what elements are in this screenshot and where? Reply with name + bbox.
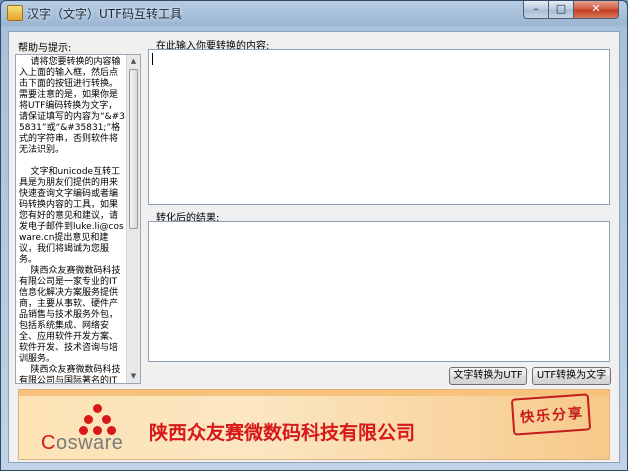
- app-icon: [7, 5, 23, 21]
- maximize-button[interactable]: □: [548, 1, 574, 19]
- convert-to-text-button[interactable]: UTF转换为文字: [532, 367, 611, 385]
- logo-wordmark: Cosware: [41, 432, 124, 454]
- text-caret: [152, 53, 153, 65]
- minimize-icon: –: [533, 2, 539, 15]
- scrollbar-thumb[interactable]: [129, 69, 138, 229]
- output-textarea[interactable]: [148, 221, 610, 362]
- client-area: 帮助与提示: 请将您要转换的内容输入上面的输入框，然后点击下面的按钮进行转换。需…: [8, 31, 620, 463]
- window-title: 汉字（文字）UTF码互转工具: [27, 7, 183, 21]
- company-name: 陕西众友赛微数码科技有限公司: [149, 422, 416, 444]
- help-scrollbar[interactable]: ▲ ▼: [126, 55, 140, 383]
- banner-top-strip: [19, 390, 609, 396]
- close-icon: ✕: [591, 2, 601, 15]
- convert-to-utf-button[interactable]: 文字转换为UTF: [449, 367, 527, 385]
- help-text: 请将您要转换的内容输入上面的输入框，然后点击下面的按钮进行转换。需要注意的是，如…: [19, 57, 125, 384]
- minimize-button[interactable]: –: [523, 1, 549, 19]
- seal-text: 快乐分享: [519, 405, 585, 427]
- help-title: 帮助与提示:: [18, 43, 72, 54]
- triangle-up-icon[interactable]: ▲: [127, 55, 140, 68]
- close-button[interactable]: ✕: [573, 1, 619, 19]
- app-window: 汉字（文字）UTF码互转工具 – □ ✕ 帮助与提示: 请将您要转换的内容输入上…: [0, 0, 628, 471]
- input-textarea[interactable]: [148, 49, 610, 205]
- maximize-icon: □: [555, 2, 567, 15]
- title-bar[interactable]: 汉字（文字）UTF码互转工具 – □ ✕: [1, 1, 627, 25]
- company-banner[interactable]: Cosware 陕西众友赛微数码科技有限公司 快乐分享: [18, 389, 610, 460]
- seal-stamp: 快乐分享: [510, 393, 592, 436]
- help-textbox[interactable]: 请将您要转换的内容输入上面的输入框，然后点击下面的按钮进行转换。需要注意的是，如…: [15, 54, 141, 384]
- triangle-down-icon[interactable]: ▼: [127, 370, 140, 383]
